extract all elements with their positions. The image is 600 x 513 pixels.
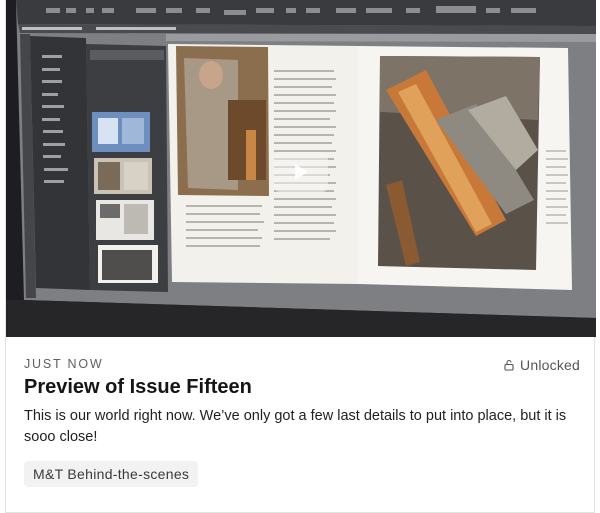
post-timestamp: JUST NOW bbox=[24, 357, 104, 371]
post-title[interactable]: Preview of Issue Fifteen bbox=[24, 376, 252, 399]
access-status-label: Unlocked bbox=[520, 357, 580, 373]
post-tag[interactable]: M&T Behind-the-scenes bbox=[24, 461, 199, 487]
lock-open-icon bbox=[504, 359, 514, 371]
play-icon bbox=[295, 164, 308, 180]
access-status: Unlocked bbox=[504, 357, 580, 373]
post-card: JUST NOW Unlocked Preview of Issue Fifte… bbox=[5, 0, 596, 513]
play-button[interactable] bbox=[274, 152, 328, 192]
post-description: This is our world right now. We’ve only … bbox=[24, 408, 567, 445]
video-thumbnail[interactable] bbox=[6, 0, 596, 337]
